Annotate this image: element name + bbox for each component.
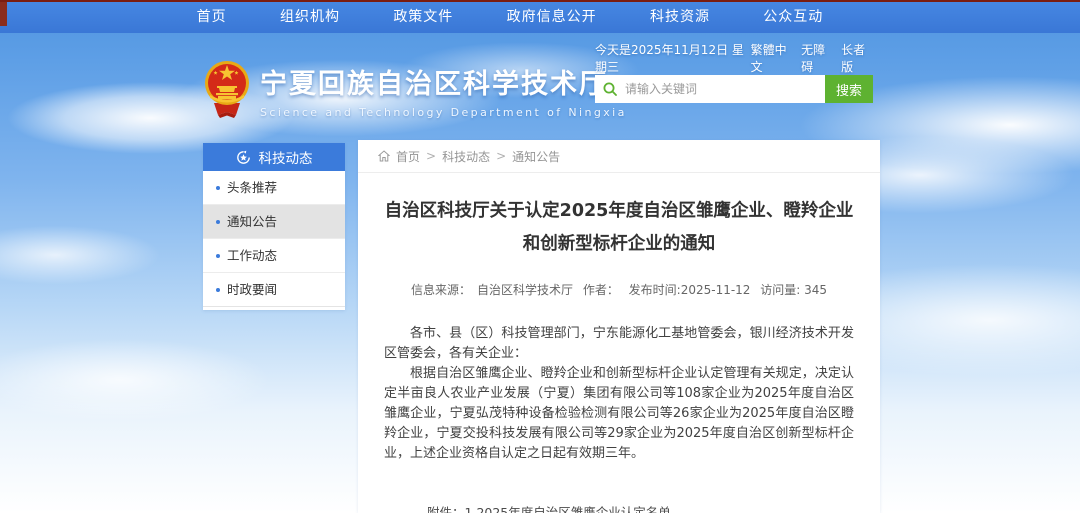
sidebar: 科技动态 头条推荐 通知公告 工作动态 时政要闻 [203, 143, 345, 310]
breadcrumb-separator: > [426, 149, 436, 163]
nav-item-resources[interactable]: 科技资源 [650, 2, 710, 33]
nav-item-interaction[interactable]: 公众互动 [763, 2, 823, 33]
nav-item-policy[interactable]: 政策文件 [393, 2, 453, 33]
article-meta: 信息来源： 自治区科学技术厅 作者： 发布时间:2025-11-12 访问量: 3… [384, 281, 854, 298]
link-accessibility[interactable]: 无障碍 [801, 41, 833, 75]
article-paragraph: 根据自治区雏鹰企业、瞪羚企业和创新型标杆企业认定管理有关规定，决定认定半亩良人农… [384, 364, 854, 464]
breadcrumb: 首页 > 科技动态 > 通知公告 [358, 140, 880, 173]
attachments-block: 附件： 1.2025年度自治区雏鹰企业认定名单 2.2025年度自治区瞪羚企业认… [384, 504, 854, 513]
top-left-red-artifact [0, 2, 7, 26]
sidebar-item-headlines[interactable]: 头条推荐 [203, 171, 345, 205]
top-navbar: 首页 组织机构 政策文件 政府信息公开 科技资源 公众互动 [0, 2, 1080, 33]
current-date: 今天是2025年11月12日 星期三 [595, 41, 751, 75]
link-traditional-chinese[interactable]: 繁體中文 [751, 41, 794, 75]
article-title-line2: 和创新型标杆企业的通知 [384, 228, 854, 261]
content-panel: 首页 > 科技动态 > 通知公告 自治区科技厅关于认定2025年度自治区雏鹰企业… [358, 140, 880, 513]
nav-item-gov-info[interactable]: 政府信息公开 [507, 2, 597, 33]
attachments-list: 1.2025年度自治区雏鹰企业认定名单 2.2025年度自治区瞪羚企业认定名单 … [465, 504, 709, 513]
meta-source-label: 信息来源： [411, 283, 471, 297]
nav-item-home[interactable]: 首页 [197, 2, 227, 33]
breadcrumb-separator: > [496, 149, 506, 163]
top-navbar-items: 首页 组织机构 政策文件 政府信息公开 科技资源 公众互动 [170, 2, 850, 33]
header-meta-row: 今天是2025年11月12日 星期三 繁體中文 无障碍 长者版 [595, 50, 873, 66]
sidebar-item-notices[interactable]: 通知公告 [203, 205, 345, 239]
site-brand[interactable]: 宁夏回族自治区科学技术厅 Science and Technology Depa… [204, 57, 627, 123]
site-header: 宁夏回族自治区科学技术厅 Science and Technology Depa… [0, 33, 1080, 143]
sidebar-item-politics-news[interactable]: 时政要闻 [203, 273, 345, 307]
site-title: 宁夏回族自治区科学技术厅 [260, 62, 627, 101]
meta-publish-time: 发布时间:2025-11-12 [629, 283, 751, 297]
top-red-strip [0, 0, 1080, 2]
search-button[interactable]: 搜索 [825, 75, 873, 103]
meta-source-value: 自治区科学技术厅 [477, 283, 573, 297]
breadcrumb-notices[interactable]: 通知公告 [512, 148, 560, 165]
sidebar-title: 科技动态 [259, 147, 313, 167]
quick-links: 繁體中文 无障碍 长者版 [751, 41, 873, 75]
sidebar-header: 科技动态 [203, 143, 345, 171]
search-bar: 搜索 [595, 75, 873, 103]
breadcrumb-tech-news[interactable]: 科技动态 [442, 148, 490, 165]
nav-item-organization[interactable]: 组织机构 [280, 2, 340, 33]
link-elder-version[interactable]: 长者版 [841, 41, 873, 75]
article-title-line1: 自治区科技厅关于认定2025年度自治区雏鹰企业、瞪羚企业 [384, 195, 854, 228]
attachment-link-1[interactable]: 1.2025年度自治区雏鹰企业认定名单 [465, 504, 709, 513]
article: 自治区科技厅关于认定2025年度自治区雏鹰企业、瞪羚企业 和创新型标杆企业的通知… [358, 195, 880, 513]
search-input[interactable] [595, 75, 825, 103]
article-body: 各市、县（区）科技管理部门，宁东能源化工基地管委会，银川经济技术开发区管委会，各… [384, 324, 854, 464]
meta-visit-count: 访问量: 345 [760, 283, 827, 297]
site-subtitle: Science and Technology Department of Nin… [260, 106, 627, 119]
article-paragraph: 各市、县（区）科技管理部门，宁东能源化工基地管委会，银川经济技术开发区管委会，各… [384, 324, 854, 364]
attachments-label: 附件： [427, 504, 465, 513]
sidebar-item-work-news[interactable]: 工作动态 [203, 239, 345, 273]
search-icon [603, 82, 617, 96]
breadcrumb-home[interactable]: 首页 [396, 148, 420, 165]
home-icon [378, 150, 390, 162]
header-utility: 今天是2025年11月12日 星期三 繁體中文 无障碍 长者版 搜索 [595, 50, 873, 103]
article-title: 自治区科技厅关于认定2025年度自治区雏鹰企业、瞪羚企业 和创新型标杆企业的通知 [384, 195, 854, 261]
dynamic-star-icon [236, 150, 251, 165]
national-emblem-logo [204, 57, 250, 123]
search-box [595, 75, 825, 103]
page: 首页 组织机构 政策文件 政府信息公开 科技资源 公众互动 [0, 0, 1080, 513]
meta-author-label: 作者： [583, 283, 619, 297]
brand-text: 宁夏回族自治区科学技术厅 Science and Technology Depa… [260, 62, 627, 119]
